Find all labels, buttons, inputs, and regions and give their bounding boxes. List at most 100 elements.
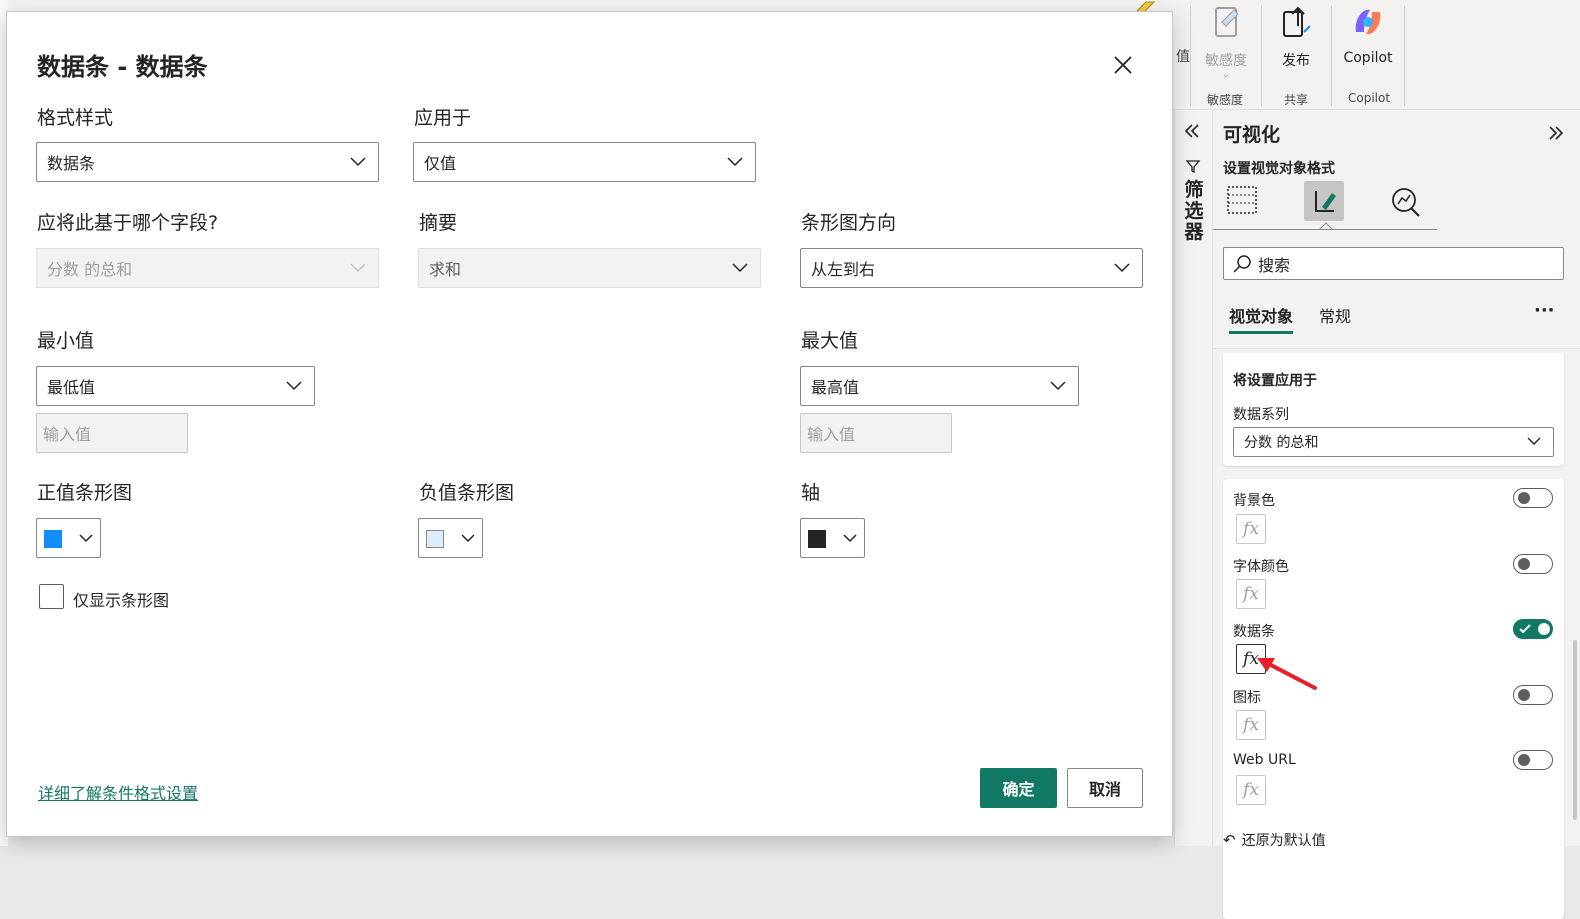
min-value-input[interactable]: 输入值 [36,413,188,453]
apply-to-select[interactable]: 仅值 [413,142,756,182]
chevron-down-icon: ⌄ [1221,69,1231,80]
collapse-left-icon[interactable] [1183,122,1201,140]
min-select[interactable]: 最低值 [36,366,315,406]
based-on-field-label: 应将此基于哪个字段? [37,212,219,234]
ribbon-group-copilot: Copilot [1348,91,1391,105]
analytics-icon[interactable] [1389,185,1423,219]
pane-title: 可视化 [1223,124,1281,146]
series-select[interactable]: 分数 的总和 [1233,427,1554,457]
font-color-fx-button[interactable]: fx [1236,579,1266,609]
based-on-field-select[interactable]: 分数 的总和 [36,248,379,288]
max-input-placeholder: 输入值 [807,425,856,444]
ribbon-partial-label: 值 [1176,49,1190,65]
more-options-icon[interactable]: ··· [1534,300,1555,321]
chevron-down-icon [843,534,857,543]
build-visual-icon[interactable] [1225,183,1259,217]
pane-scrollbar[interactable] [1573,640,1577,820]
sensitivity-icon [1215,7,1239,37]
close-icon[interactable] [1113,55,1133,75]
annotation-arrow-icon [1257,658,1317,690]
expand-right-icon[interactable] [1547,124,1565,142]
bar-direction-label: 条形图方向 [801,212,897,234]
format-visual-tab[interactable] [1304,181,1344,221]
font-color-toggle[interactable] [1513,554,1553,574]
search-input[interactable]: 搜索 [1223,247,1564,280]
chevron-down-icon [1050,381,1066,391]
fx-icon: fx [1243,519,1259,539]
chevron-down-icon [1527,437,1541,445]
min-value: 最低值 [47,378,96,397]
ribbon-separator [1261,6,1262,106]
chevron-down-icon [350,157,366,167]
format-paintbrush-icon [1315,191,1336,212]
cell-elements-card: 背景色 fx 字体颜色 fx 数据条 fx 图标 fx Web URL fx [1223,479,1564,919]
apply-to-label: 应用于 [414,107,472,129]
fx-icon: fx [1243,584,1259,604]
background-color-toggle[interactable] [1513,488,1553,508]
chevron-down-icon [732,263,748,273]
positive-bar-color-picker[interactable] [36,518,101,558]
summary-value: 求和 [429,260,462,279]
show-bar-only-checkbox[interactable] [39,584,64,609]
background-color-label: 背景色 [1233,493,1275,509]
pane-subtitle: 设置视觉对象格式 [1223,161,1335,177]
summary-select[interactable]: 求和 [418,248,761,288]
based-on-field-value: 分数 的总和 [47,260,133,279]
apply-to-value: 仅值 [424,154,457,173]
max-value: 最高值 [811,378,860,397]
show-bar-only-label: 仅显示条形图 [73,591,170,610]
divider [1213,348,1580,349]
series-label: 数据系列 [1233,407,1289,423]
search-placeholder: 搜索 [1258,255,1291,275]
series-value: 分数 的总和 [1244,435,1319,451]
web-url-fx-button[interactable]: fx [1236,775,1266,805]
min-input-placeholder: 输入值 [43,425,92,444]
web-url-label: Web URL [1233,752,1296,768]
format-style-select[interactable]: 数据条 [36,142,379,182]
chevron-down-icon [350,263,366,273]
publish-icon [1283,6,1311,37]
learn-more-link[interactable]: 详细了解条件格式设置 [38,780,198,804]
ok-button[interactable]: 确定 [980,768,1057,808]
tab-general[interactable]: 常规 [1319,303,1351,327]
max-label: 最大值 [801,330,859,352]
tab-visual[interactable]: 视觉对象 [1229,303,1294,334]
background-color-fx-button[interactable]: fx [1236,514,1266,544]
summary-label: 摘要 [419,212,458,234]
publish-label: 发布 [1282,53,1310,69]
chevron-down-icon [1114,263,1130,273]
copilot-label: Copilot [1343,50,1393,66]
bar-direction-value: 从左到右 [811,260,876,279]
icons-fx-button[interactable]: fx [1236,710,1266,740]
reset-to-default-button[interactable]: ↶ 还原为默认值 [1223,830,1326,850]
check-icon [1519,624,1531,634]
chevron-down-icon [79,534,93,543]
apply-settings-title: 将设置应用于 [1233,373,1317,389]
negative-bar-label: 负值条形图 [419,482,515,504]
axis-color-picker[interactable] [800,518,865,558]
chevron-down-icon [461,534,475,543]
sensitivity-button[interactable]: 敏感度 ⌄ [1196,2,1256,80]
filters-label[interactable]: 筛选器 [1183,180,1205,243]
publish-button[interactable]: 发布 [1266,2,1326,70]
sensitivity-label: 敏感度 [1205,53,1247,69]
axis-swatch [808,530,826,548]
copilot-icon [1355,9,1381,35]
font-color-label: 字体颜色 [1233,559,1289,575]
bar-direction-select[interactable]: 从左到右 [800,248,1143,288]
cancel-button[interactable]: 取消 [1067,768,1143,808]
icons-toggle[interactable] [1513,685,1553,705]
ribbon-separator [1404,6,1405,106]
ribbon-separator [1190,6,1191,106]
data-bars-toggle[interactable] [1513,619,1553,639]
web-url-toggle[interactable] [1513,750,1553,770]
max-select[interactable]: 最高值 [800,366,1079,406]
negative-bar-color-picker[interactable] [418,518,483,558]
ribbon-separator [1331,6,1332,106]
copilot-button[interactable]: Copilot [1336,2,1400,66]
min-label: 最小值 [37,330,95,352]
tab-underline [1213,229,1437,230]
negative-bar-swatch [426,530,444,548]
ribbon-group-share: 共享 [1284,93,1309,107]
max-value-input[interactable]: 输入值 [800,413,952,453]
